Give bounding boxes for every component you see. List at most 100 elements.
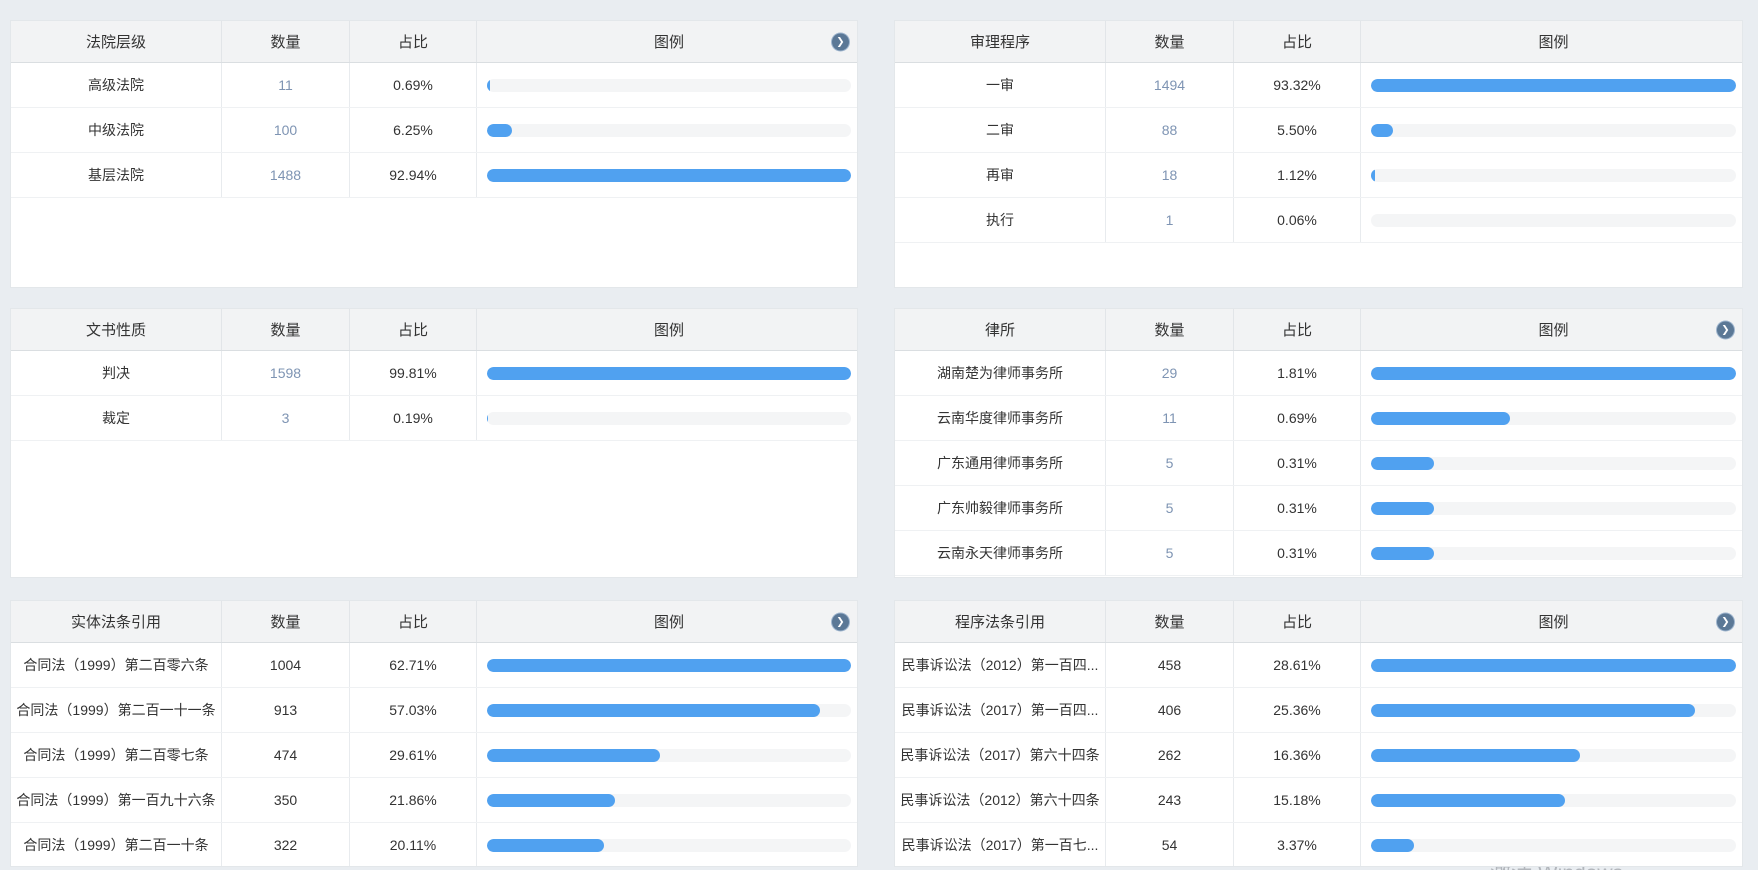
bar-value: [1371, 457, 1434, 470]
bar-track: [1371, 367, 1736, 380]
row-count[interactable]: 1598: [222, 351, 350, 395]
bar-value: [1371, 169, 1375, 182]
row-percentage: 0.69%: [1234, 396, 1361, 440]
row-bar-cell: [477, 778, 857, 822]
table-row: 合同法（1999）第一百九十六条35021.86%: [11, 778, 857, 823]
bar-track: [1371, 457, 1736, 470]
row-label: 一审: [895, 63, 1106, 107]
stat-panel-4: 律所 数量 占比 图例 ❯ 湖南楚为律师事务所291.81%云南华度律师事务所1…: [894, 308, 1743, 578]
panel-header: 程序法条引用 数量 占比 图例 ❯: [895, 601, 1742, 643]
table-row: 执行10.06%: [895, 198, 1742, 243]
row-bar-cell: [1361, 733, 1742, 777]
row-bar-cell: [1361, 441, 1742, 485]
row-count[interactable]: 100: [222, 108, 350, 152]
column-header-pct: 占比: [350, 601, 477, 642]
bar-track: [1371, 704, 1736, 717]
table-row: 合同法（1999）第二百一十一条91357.03%: [11, 688, 857, 733]
row-count: 262: [1106, 733, 1234, 777]
row-percentage: 0.69%: [350, 63, 477, 107]
row-label: 云南永天律师事务所: [895, 531, 1106, 575]
row-bar-cell: [1361, 486, 1742, 530]
bar-track: [487, 704, 851, 717]
row-count[interactable]: 29: [1106, 351, 1234, 395]
panel-rows: 一审149493.32%二审885.50%再审181.12%执行10.06%: [895, 63, 1742, 243]
bar-value: [487, 412, 488, 425]
panel-rows: 判决159899.81%裁定30.19%: [11, 351, 857, 441]
row-label: 民事诉讼法（2012）第一百四...: [895, 643, 1106, 687]
row-percentage: 5.50%: [1234, 108, 1361, 152]
row-label: 合同法（1999）第二百零六条: [11, 643, 222, 687]
row-count[interactable]: 88: [1106, 108, 1234, 152]
row-bar-cell: [1361, 823, 1742, 867]
row-count[interactable]: 11: [222, 63, 350, 107]
bar-value: [487, 169, 851, 182]
row-count[interactable]: 5: [1106, 531, 1234, 575]
table-row: 再审181.12%: [895, 153, 1742, 198]
row-label: 湖南楚为律师事务所: [895, 351, 1106, 395]
row-label: 云南华度律师事务所: [895, 396, 1106, 440]
column-header-pct: 占比: [350, 309, 477, 350]
row-label: 合同法（1999）第二百一十条: [11, 823, 222, 867]
row-count[interactable]: 1: [1106, 198, 1234, 242]
row-count[interactable]: 1488: [222, 153, 350, 197]
column-header-legend: 图例: [1361, 309, 1742, 350]
row-percentage: 0.31%: [1234, 441, 1361, 485]
column-header-pct: 占比: [1234, 309, 1361, 350]
column-header-legend: 图例: [477, 309, 857, 350]
bar-track: [487, 839, 851, 852]
panel-title: 实体法条引用: [11, 601, 222, 642]
bar-value: [1371, 367, 1736, 380]
panel-expand-icon[interactable]: ❯: [1717, 321, 1734, 338]
table-row: 民事诉讼法（2017）第六十四条26216.36%: [895, 733, 1742, 778]
row-bar-cell: [1361, 198, 1742, 242]
row-bar-cell: [1361, 531, 1742, 575]
bar-value: [1371, 704, 1695, 717]
bar-track: [1371, 659, 1736, 672]
panel-title: 程序法条引用: [895, 601, 1106, 642]
bar-value: [1371, 79, 1736, 92]
stat-panel-1: 法院层级 数量 占比 图例 ❯ 高级法院110.69%中级法院1006.25%基…: [10, 20, 858, 288]
panel-expand-icon[interactable]: ❯: [832, 33, 849, 50]
panel-header: 律所 数量 占比 图例 ❯: [895, 309, 1742, 351]
panel-expand-icon[interactable]: ❯: [1717, 613, 1734, 630]
table-row: 广东通用律师事务所50.31%: [895, 441, 1742, 486]
panel-expand-icon[interactable]: ❯: [832, 613, 849, 630]
column-header-pct: 占比: [1234, 21, 1361, 62]
bar-value: [1371, 749, 1580, 762]
panel-header: 审理程序 数量 占比 图例: [895, 21, 1742, 63]
table-row: 民事诉讼法（2012）第六十四条24315.18%: [895, 778, 1742, 823]
row-bar-cell: [1361, 396, 1742, 440]
row-bar-cell: [1361, 778, 1742, 822]
row-count: 243: [1106, 778, 1234, 822]
table-row: 判决159899.81%: [11, 351, 857, 396]
row-count[interactable]: 11: [1106, 396, 1234, 440]
panel-header: 文书性质 数量 占比 图例: [11, 309, 857, 351]
row-percentage: 25.36%: [1234, 688, 1361, 732]
bar-value: [487, 749, 660, 762]
bar-track: [487, 659, 851, 672]
row-label: 判决: [11, 351, 222, 395]
bar-track: [1371, 124, 1736, 137]
row-bar-cell: [477, 153, 857, 197]
table-row: 二审885.50%: [895, 108, 1742, 153]
table-row: 合同法（1999）第二百一十条32220.11%: [11, 823, 857, 867]
table-row: 裁定30.19%: [11, 396, 857, 441]
row-label: 民事诉讼法（2017）第六十四条: [895, 733, 1106, 777]
row-percentage: 1.12%: [1234, 153, 1361, 197]
row-count[interactable]: 3: [222, 396, 350, 440]
row-count: 54: [1106, 823, 1234, 867]
row-count[interactable]: 5: [1106, 486, 1234, 530]
row-count[interactable]: 18: [1106, 153, 1234, 197]
row-percentage: 62.71%: [350, 643, 477, 687]
row-bar-cell: [477, 823, 857, 867]
row-label: 基层法院: [11, 153, 222, 197]
row-count[interactable]: 5: [1106, 441, 1234, 485]
panel-title: 法院层级: [11, 21, 222, 62]
bar-track: [1371, 749, 1736, 762]
table-row: 民事诉讼法（2017）第一百四...40625.36%: [895, 688, 1742, 733]
row-count: 406: [1106, 688, 1234, 732]
bar-track: [1371, 839, 1736, 852]
bar-value: [1371, 124, 1393, 137]
row-count[interactable]: 1494: [1106, 63, 1234, 107]
row-label: 执行: [895, 198, 1106, 242]
